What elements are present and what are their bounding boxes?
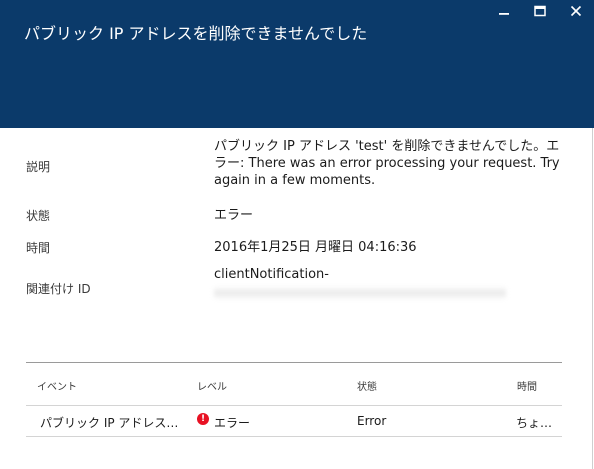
window-controls — [486, 0, 594, 26]
time-value: 2016年1月25日 月曜日 04:16:36 — [214, 240, 417, 255]
maximize-icon — [534, 5, 546, 17]
column-header-level[interactable]: レベル — [197, 378, 227, 393]
redacted-text — [214, 286, 506, 300]
table-divider — [26, 362, 562, 363]
level-cell: エラー — [214, 416, 251, 430]
status-value: エラー — [214, 208, 254, 223]
maximize-button[interactable] — [522, 0, 558, 22]
column-header-event[interactable]: イベント — [37, 378, 77, 393]
description-value: パブリック IP アドレス 'test' を削除できませんでした。エラー: Th… — [214, 139, 560, 188]
description-label: 説明 — [26, 160, 51, 174]
page-title: パブリック IP アドレスを削除できませんでした — [24, 24, 368, 43]
time-label: 時間 — [26, 241, 51, 255]
correlation-id-value: clientNotification- — [214, 267, 329, 282]
error-icon: ! — [197, 413, 209, 425]
event-cell: パブリック IP アドレス… — [40, 416, 179, 430]
time-cell: ちょ… — [516, 416, 553, 430]
minimize-button[interactable] — [486, 0, 522, 22]
status-label: 状態 — [26, 209, 51, 223]
status-cell: Error — [357, 414, 387, 428]
column-header-time[interactable]: 時間 — [517, 378, 537, 393]
close-icon — [570, 5, 582, 17]
minimize-icon — [499, 13, 509, 15]
header-banner: パブリック IP アドレスを削除できませんでした — [0, 0, 594, 128]
correlation-id-label: 関連付け ID — [26, 282, 91, 296]
column-header-status[interactable]: 状態 — [357, 378, 377, 393]
close-button[interactable] — [558, 0, 594, 22]
table-row[interactable]: パブリック IP アドレス… ! エラー Error ちょ… — [26, 405, 562, 437]
